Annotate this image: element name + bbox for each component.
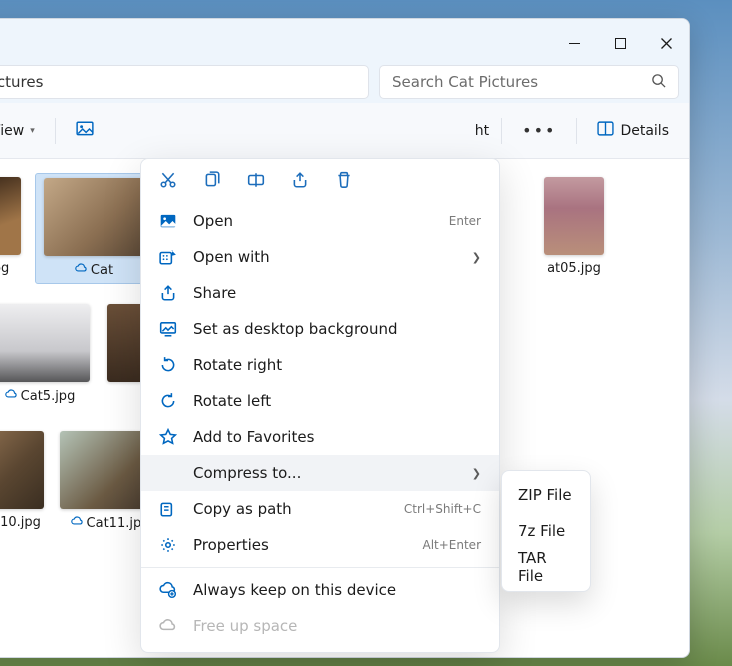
copy-path-icon: [159, 500, 177, 518]
view-label: View: [0, 123, 24, 139]
details-view-button[interactable]: Details: [587, 114, 679, 148]
chevron-down-icon: ▾: [30, 126, 35, 136]
rename-icon[interactable]: [247, 171, 265, 193]
address-row: Pictures Search Cat Pictures: [0, 61, 689, 103]
compress-submenu: ZIP File 7z File TAR File: [501, 470, 591, 592]
open-with-icon: [159, 248, 177, 266]
menu-rotate-right[interactable]: Rotate right: [141, 347, 499, 383]
menu-open[interactable]: Open Enter: [141, 203, 499, 239]
picture-icon: [159, 212, 177, 230]
file-item[interactable]: at05.jpg: [541, 173, 607, 284]
file-item[interactable]: .jpg: [0, 173, 31, 284]
minimize-button[interactable]: [551, 27, 597, 59]
menu-add-favorites[interactable]: Add to Favorites: [141, 419, 499, 455]
menu-always-keep[interactable]: Always keep on this device: [141, 572, 499, 608]
delete-icon[interactable]: [335, 171, 353, 193]
separator: [55, 118, 56, 144]
copy-icon[interactable]: [203, 171, 221, 193]
maximize-button[interactable]: [597, 27, 643, 59]
menu-set-background[interactable]: Set as desktop background: [141, 311, 499, 347]
menu-share[interactable]: Share: [141, 275, 499, 311]
submenu-tar[interactable]: TAR File: [502, 549, 590, 585]
cloud-sync-icon: [5, 388, 18, 405]
context-menu: Open Enter Open with ❯ Share Set as desk…: [140, 158, 500, 653]
star-icon: [159, 428, 177, 446]
submenu-7z[interactable]: 7z File: [502, 513, 590, 549]
titlebar: [0, 19, 689, 61]
properties-icon: [159, 536, 177, 554]
menu-free-space: Free up space: [141, 608, 499, 644]
cloud-keep-icon: [159, 581, 177, 599]
details-icon: [597, 120, 614, 141]
separator: [141, 567, 499, 568]
blank-icon: [159, 464, 177, 482]
search-input[interactable]: Search Cat Pictures: [379, 65, 679, 99]
close-button[interactable]: [643, 27, 689, 59]
menu-open-with[interactable]: Open with ❯: [141, 239, 499, 275]
toolbar: View ▾ ht ••• Details: [0, 103, 689, 159]
chevron-right-icon: ❯: [472, 467, 481, 480]
context-toolbar: [141, 165, 499, 203]
share-icon: [159, 284, 177, 302]
breadcrumb[interactable]: Pictures: [0, 65, 369, 99]
rotate-left-icon: [159, 392, 177, 410]
desktop-background-icon: [159, 320, 177, 338]
file-item[interactable]: at10.jpg: [0, 427, 47, 538]
file-item[interactable]: Cat5.jpg: [0, 300, 99, 411]
separator: [501, 118, 502, 144]
details-label: Details: [620, 123, 669, 139]
menu-properties[interactable]: Properties Alt+Enter: [141, 527, 499, 563]
file-item[interactable]: Cat: [35, 173, 153, 284]
more-options-button[interactable]: •••: [512, 114, 566, 148]
chevron-right-icon: ❯: [472, 251, 481, 264]
cloud-free-icon: [159, 617, 177, 635]
breadcrumb-text: Pictures: [0, 73, 43, 91]
ellipsis-icon: •••: [522, 121, 556, 140]
submenu-zip[interactable]: ZIP File: [502, 477, 590, 513]
hidden-label-fragment: ht: [475, 123, 491, 139]
cloud-sync-icon: [71, 515, 84, 532]
menu-rotate-left[interactable]: Rotate left: [141, 383, 499, 419]
cloud-sync-icon: [75, 262, 88, 279]
share-icon[interactable]: [291, 171, 309, 193]
menu-compress[interactable]: Compress to... ❯: [141, 455, 499, 491]
separator: [576, 118, 577, 144]
cut-icon[interactable]: [159, 171, 177, 193]
menu-copy-path[interactable]: Copy as path Ctrl+Shift+C: [141, 491, 499, 527]
background-tool-button[interactable]: [66, 114, 104, 148]
view-menu-button[interactable]: View ▾: [0, 114, 45, 148]
search-icon: [651, 73, 666, 92]
rotate-right-icon: [159, 356, 177, 374]
search-placeholder: Search Cat Pictures: [392, 73, 538, 91]
picture-icon: [76, 120, 94, 142]
